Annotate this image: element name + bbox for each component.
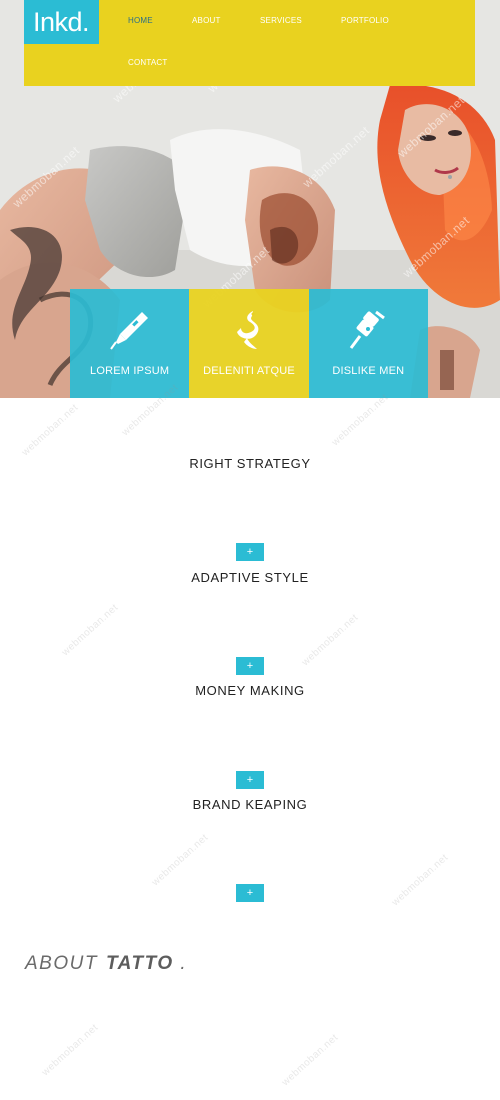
tile-label: LOREM IPSUM [90, 365, 170, 377]
feature-title: ADAPTIVE STYLE [191, 570, 309, 585]
expand-button[interactable]: + [236, 543, 264, 561]
about-heading: ABOUT TATTO . [25, 953, 187, 975]
expand-button[interactable]: + [236, 657, 264, 675]
tile-lorem-ipsum[interactable]: LOREM IPSUM [70, 289, 190, 398]
about-suffix: . [173, 953, 188, 974]
about-emphasis: TATTO [105, 953, 174, 974]
header-bar: Inkd. HOME ABOUT SERVICES PORTFOLIO CONT… [24, 0, 475, 86]
watermark: webmoban.net [150, 832, 211, 889]
watermark: webmoban.net [40, 1022, 101, 1079]
tile-deleniti-atque[interactable]: DELENITI ATQUE [189, 289, 309, 398]
feature-title: MONEY MAKING [195, 683, 305, 698]
feature-title: BRAND KEAPING [192, 797, 308, 812]
watermark: webmoban.net [280, 1032, 341, 1089]
dragon-icon [236, 311, 259, 349]
watermark: webmoban.net [330, 392, 391, 449]
nav-contact[interactable]: CONTACT [128, 58, 167, 67]
feature-tiles: LOREM IPSUM DELENITI ATQUE DISLIKE MEN [70, 289, 428, 398]
feature-title: RIGHT STRATEGY [189, 456, 311, 471]
watermark: webmoban.net [20, 402, 81, 459]
site-logo[interactable]: Inkd. [24, 0, 99, 44]
tile-label: DISLIKE MEN [332, 365, 405, 377]
expand-button[interactable]: + [236, 884, 264, 902]
tattoo-machine-icon [350, 310, 386, 349]
tile-dislike-men[interactable]: DISLIKE MEN [308, 289, 428, 398]
tattoo-pen-icon [109, 312, 148, 350]
nav-home[interactable]: HOME [128, 16, 153, 25]
watermark: webmoban.net [390, 852, 451, 909]
watermark: webmoban.net [300, 612, 361, 669]
nav-services[interactable]: SERVICES [260, 16, 302, 25]
hero-banner: webmoban.net webmoban.net webmoban.net w… [0, 0, 500, 398]
nav-about[interactable]: ABOUT [192, 16, 221, 25]
expand-button[interactable]: + [236, 771, 264, 789]
nav-portfolio[interactable]: PORTFOLIO [341, 16, 389, 25]
watermark: webmoban.net [60, 602, 121, 659]
tile-label: DELENITI ATQUE [203, 365, 295, 377]
about-prefix: ABOUT [25, 953, 98, 974]
